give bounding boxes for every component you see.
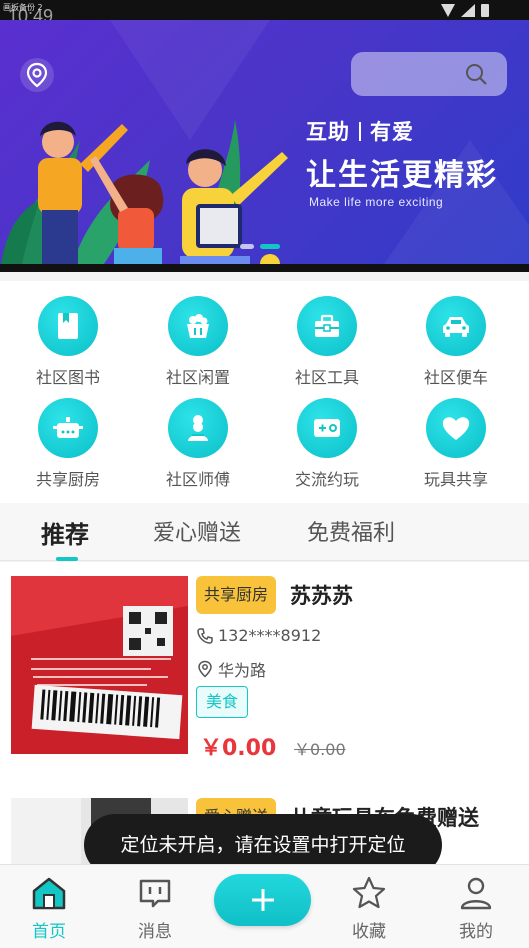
nav-profile[interactable]: 我的 bbox=[436, 875, 516, 942]
nav-label: 收藏 bbox=[352, 922, 386, 942]
home-icon bbox=[32, 877, 66, 910]
banner-bottom-strip bbox=[0, 264, 529, 272]
category-grid: 社区图书 社区闲置 社区工具 社区便车 共享厨房 社区师傅 交流约玩 玩具共享 bbox=[0, 281, 529, 503]
window-label: 画板备份 2 bbox=[3, 3, 43, 12]
hero-banner[interactable]: 互助 有爱 让生活更精彩 Make life more exciting bbox=[0, 20, 529, 272]
category-item-kitchen[interactable]: 共享厨房 bbox=[13, 398, 123, 490]
location-button[interactable] bbox=[20, 58, 54, 92]
nav-label: 首页 bbox=[32, 922, 66, 942]
category-item-idle[interactable]: 社区闲置 bbox=[143, 296, 253, 388]
nav-label: 消息 bbox=[138, 922, 172, 942]
signal-icon bbox=[461, 4, 475, 17]
category-label: 共享厨房 bbox=[35, 470, 100, 489]
item-thumbnail[interactable] bbox=[11, 576, 188, 754]
item-location: 华为路 bbox=[196, 657, 266, 681]
wifi-icon bbox=[441, 4, 455, 17]
category-label: 社区工具 bbox=[294, 368, 359, 387]
list-item[interactable]: 共享厨房 苏苏苏 132****8912 华为路 美食 ￥0.00 ￥0.00 bbox=[0, 562, 529, 762]
banner-heading-right: 有爱 bbox=[370, 120, 414, 144]
category-item-play[interactable]: 交流约玩 bbox=[272, 398, 382, 490]
search-input[interactable] bbox=[351, 52, 507, 96]
plus-icon bbox=[251, 889, 274, 911]
category-label: 社区便车 bbox=[423, 368, 488, 387]
pot-icon bbox=[38, 398, 98, 458]
location-text: 华为路 bbox=[218, 661, 267, 680]
category-label: 社区闲置 bbox=[165, 368, 230, 387]
carousel-indicator[interactable] bbox=[240, 244, 280, 249]
category-label: 交流约玩 bbox=[294, 470, 359, 489]
status-bar: 10:49 画板备份 2 bbox=[0, 0, 529, 26]
nav-favorites[interactable]: 收藏 bbox=[329, 875, 409, 942]
category-item-books[interactable]: 社区图书 bbox=[13, 296, 123, 388]
item-price: ￥0.00 bbox=[200, 736, 277, 761]
item-phone[interactable]: 132****8912 bbox=[196, 626, 321, 645]
search-icon[interactable] bbox=[465, 63, 487, 85]
nav-label: 我的 bbox=[459, 922, 493, 942]
category-item-toys[interactable]: 玩具共享 bbox=[401, 398, 511, 490]
category-item-master[interactable]: 社区师傅 bbox=[143, 398, 253, 490]
user-icon bbox=[460, 877, 492, 910]
category-item-tools[interactable]: 社区工具 bbox=[272, 296, 382, 388]
product-photo bbox=[11, 576, 188, 754]
tab-love-gift[interactable]: 爱心赠送 bbox=[153, 515, 241, 547]
message-icon bbox=[139, 879, 171, 908]
carousel-dot-active[interactable] bbox=[260, 244, 280, 249]
book-icon bbox=[38, 296, 98, 356]
status-icons bbox=[441, 4, 489, 17]
banner-headline: 让生活更精彩 bbox=[306, 158, 498, 193]
item-category-tag: 共享厨房 bbox=[196, 576, 277, 614]
publish-button[interactable] bbox=[214, 874, 311, 926]
tab-free-welfare[interactable]: 免费福利 bbox=[307, 515, 395, 547]
banner-heading: 互助 有爱 bbox=[306, 116, 414, 146]
chef-icon bbox=[168, 398, 228, 458]
category-item-carpool[interactable]: 社区便车 bbox=[401, 296, 511, 388]
location-pin-icon bbox=[26, 62, 48, 88]
item-type-chip: 美食 bbox=[196, 686, 249, 718]
category-label: 玩具共享 bbox=[423, 470, 488, 489]
carousel-dot[interactable] bbox=[240, 244, 254, 249]
nav-messages[interactable]: 消息 bbox=[115, 875, 195, 942]
item-title: 苏苏苏 bbox=[290, 584, 353, 608]
star-icon bbox=[352, 876, 386, 909]
heart-icon bbox=[426, 398, 486, 458]
phone-number: 132****8912 bbox=[218, 626, 322, 645]
car-icon bbox=[426, 296, 486, 356]
item-original-price: ￥0.00 bbox=[294, 740, 346, 759]
location-icon bbox=[198, 660, 212, 678]
nav-home[interactable]: 首页 bbox=[9, 875, 89, 942]
heading-divider bbox=[359, 122, 361, 141]
category-label: 社区师傅 bbox=[165, 470, 230, 489]
basket-icon bbox=[168, 296, 228, 356]
banner-heading-left: 互助 bbox=[306, 120, 350, 144]
active-tab-indicator bbox=[56, 557, 78, 561]
game-icon bbox=[297, 398, 357, 458]
feed-tabs: 推荐 爱心赠送 免费福利 bbox=[0, 503, 529, 561]
toolbox-icon bbox=[297, 296, 357, 356]
battery-icon bbox=[481, 4, 489, 17]
phone-icon bbox=[197, 627, 213, 644]
tab-recommend[interactable]: 推荐 bbox=[41, 515, 89, 550]
banner-subtitle: Make life more exciting bbox=[309, 195, 444, 209]
category-label: 社区图书 bbox=[35, 368, 100, 387]
